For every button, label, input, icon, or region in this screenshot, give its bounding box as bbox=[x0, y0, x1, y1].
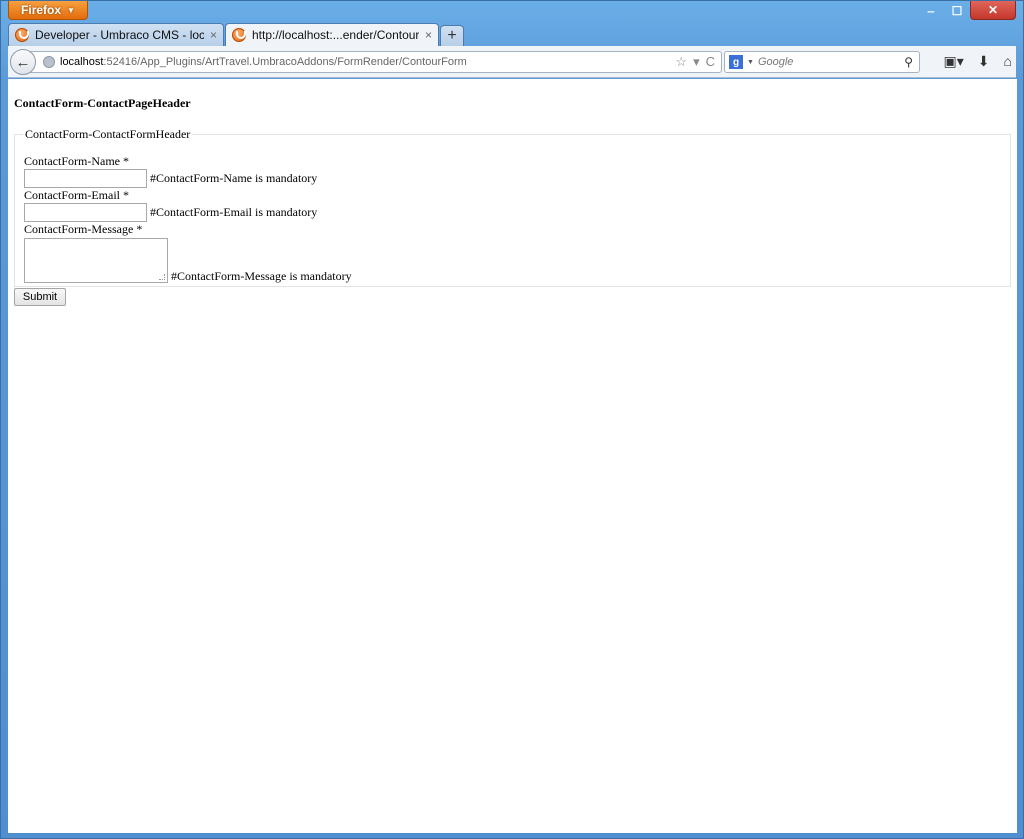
history-dropdown-icon[interactable]: ▾ bbox=[693, 54, 700, 70]
browser-window: Firefox ▼ ‒ ☐ ✕ Developer - Umbraco CMS … bbox=[0, 0, 1024, 839]
search-placeholder: Google bbox=[757, 56, 794, 68]
message-error: #ContactForm-Message is mandatory bbox=[171, 269, 352, 283]
contact-form-fieldset: ContactForm-ContactFormHeader ContactFor… bbox=[14, 127, 1011, 287]
plus-icon: + bbox=[447, 27, 457, 44]
close-icon: ✕ bbox=[987, 3, 999, 17]
new-tab-button[interactable]: + bbox=[440, 25, 464, 46]
reload-icon[interactable]: C bbox=[706, 54, 715, 70]
firefox-menu-label: Firefox bbox=[21, 3, 62, 17]
page-content: ContactForm-ContactPageHeader ContactFor… bbox=[8, 79, 1017, 833]
maximize-icon: ☐ bbox=[951, 3, 963, 18]
form-legend: ContactForm-ContactFormHeader bbox=[25, 127, 191, 141]
url-host: localhost bbox=[60, 56, 104, 68]
message-label: ContactForm-Message * bbox=[24, 222, 143, 236]
chevron-down-icon[interactable]: ▼ bbox=[747, 59, 754, 66]
name-error: #ContactForm-Name is mandatory bbox=[150, 171, 318, 185]
email-error: #ContactForm-Email is mandatory bbox=[150, 205, 318, 219]
url-tools: ☆ ▾ C bbox=[675, 54, 715, 70]
window-controls: ‒ ☐ ✕ bbox=[918, 1, 1016, 20]
tab-contour-form[interactable]: http://localhost:...ender/ContourForm × bbox=[225, 23, 439, 46]
chevron-down-icon: ▼ bbox=[67, 5, 75, 15]
name-field[interactable] bbox=[24, 169, 147, 188]
umbraco-favicon-icon bbox=[15, 28, 29, 42]
search-bar[interactable]: g ▼ Google ⚲ bbox=[724, 51, 920, 73]
close-window-button[interactable]: ✕ bbox=[970, 1, 1016, 20]
tab-label: http://localhost:...ender/ContourForm bbox=[252, 28, 419, 42]
firefox-menu-button[interactable]: Firefox ▼ bbox=[8, 1, 88, 20]
google-icon[interactable]: g bbox=[729, 55, 743, 69]
submit-button[interactable]: Submit bbox=[14, 288, 66, 306]
name-label: ContactForm-Name * bbox=[24, 154, 129, 168]
download-icon[interactable]: ⬇ bbox=[978, 53, 990, 70]
email-field[interactable] bbox=[24, 203, 147, 222]
tab-umbraco[interactable]: Developer - Umbraco CMS - localhost × bbox=[8, 23, 224, 46]
back-arrow-icon: ← bbox=[15, 53, 31, 71]
back-button[interactable]: ← bbox=[10, 49, 36, 75]
maximize-button[interactable]: ☐ bbox=[944, 1, 970, 20]
star-icon[interactable]: ☆ bbox=[675, 54, 687, 70]
search-icon[interactable]: ⚲ bbox=[904, 55, 913, 69]
url-bar[interactable]: localhost:52416/App_Plugins/ArtTravel.Um… bbox=[26, 51, 722, 73]
tab-label: Developer - Umbraco CMS - localhost bbox=[35, 28, 204, 42]
message-textarea[interactable] bbox=[24, 238, 168, 283]
tab-close-icon[interactable]: × bbox=[425, 28, 432, 42]
navigation-bar: localhost:52416/App_Plugins/ArtTravel.Um… bbox=[8, 46, 1016, 78]
tab-bar: Developer - Umbraco CMS - localhost × ht… bbox=[8, 23, 464, 46]
globe-icon bbox=[43, 56, 55, 68]
toolbar-buttons: ▣▾ ⬇ ⌂ bbox=[944, 53, 1012, 70]
umbraco-favicon-icon bbox=[232, 28, 246, 42]
email-label: ContactForm-Email * bbox=[24, 188, 129, 202]
page-title: ContactForm-ContactPageHeader bbox=[14, 96, 191, 110]
minimize-icon: ‒ bbox=[927, 3, 935, 18]
bookmarks-icon[interactable]: ▣▾ bbox=[944, 53, 964, 70]
minimize-button[interactable]: ‒ bbox=[918, 1, 944, 20]
home-icon[interactable]: ⌂ bbox=[1004, 53, 1012, 70]
tab-close-icon[interactable]: × bbox=[210, 28, 217, 42]
url-path: :52416/App_Plugins/ArtTravel.UmbracoAddo… bbox=[103, 56, 467, 68]
